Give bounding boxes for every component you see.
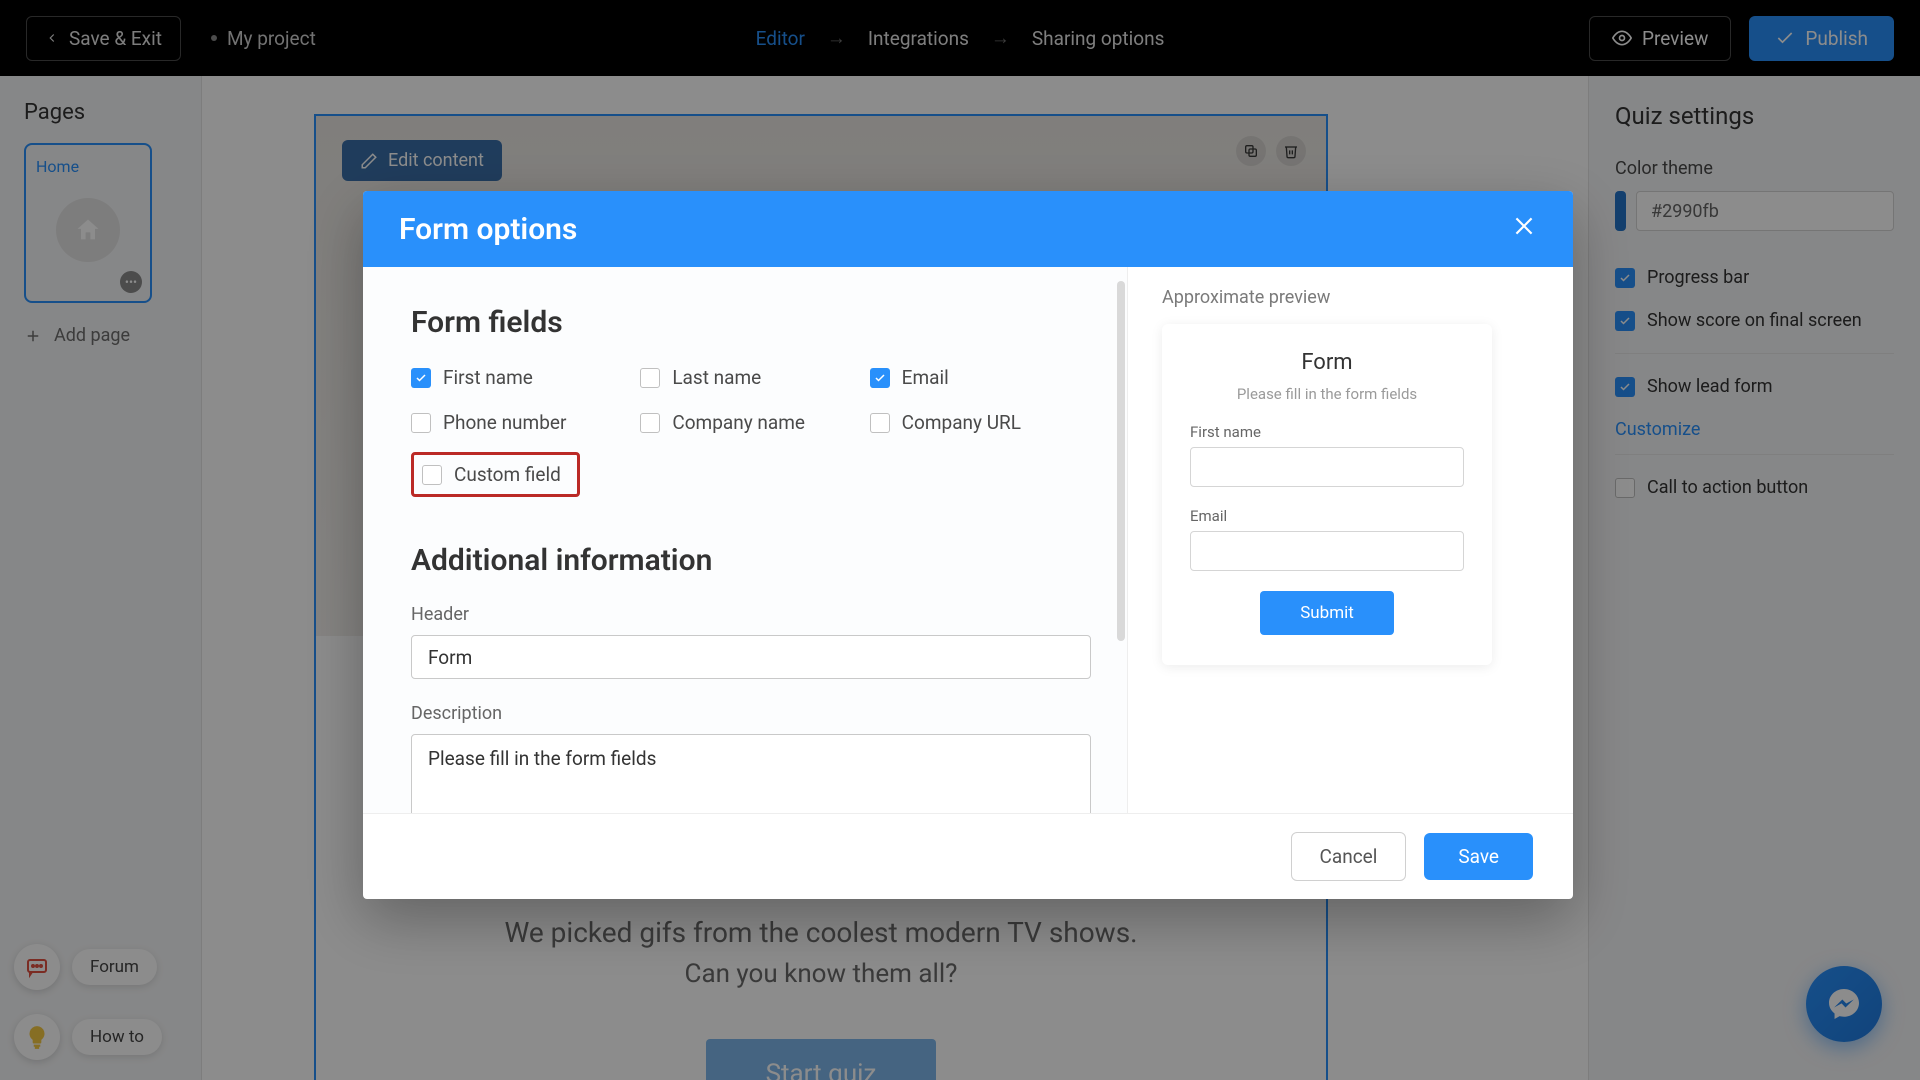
modal-header: Form options <box>363 191 1573 267</box>
field-company[interactable]: Company name <box>640 411 849 434</box>
close-icon[interactable] <box>1511 212 1537 247</box>
field-first-name[interactable]: First name <box>411 366 620 389</box>
field-phone[interactable]: Phone number <box>411 411 620 434</box>
field-email[interactable]: Email <box>870 366 1079 389</box>
field-custom-label: Custom field <box>454 463 561 486</box>
description-textarea[interactable] <box>411 734 1091 813</box>
modal-footer: Cancel Save <box>363 813 1573 899</box>
modal-right-pane: Approximate preview Form Please fill in … <box>1127 267 1573 813</box>
save-button[interactable]: Save <box>1424 833 1533 880</box>
preview-form-title: Form <box>1190 350 1464 375</box>
field-company-url[interactable]: Company URL <box>870 411 1079 434</box>
field-email-label: Email <box>902 366 949 389</box>
modal-overlay[interactable]: Form options Form fields First name Last… <box>0 0 1920 1080</box>
field-custom-highlighted[interactable]: Custom field <box>411 452 580 497</box>
header-label: Header <box>411 604 1079 625</box>
approximate-preview-label: Approximate preview <box>1162 287 1539 308</box>
form-fields-heading: Form fields <box>411 305 1079 340</box>
field-last-name-label: Last name <box>672 366 761 389</box>
field-company-label: Company name <box>672 411 805 434</box>
additional-info-heading: Additional information <box>411 543 1079 578</box>
preview-field1-input <box>1190 447 1464 487</box>
preview-submit-button: Submit <box>1260 591 1394 635</box>
preview-field2-label: Email <box>1190 507 1464 525</box>
modal-title: Form options <box>399 212 577 247</box>
form-options-modal: Form options Form fields First name Last… <box>363 191 1573 899</box>
field-company-url-label: Company URL <box>902 411 1021 434</box>
scrollbar[interactable] <box>1117 281 1125 641</box>
cancel-button[interactable]: Cancel <box>1291 832 1407 881</box>
form-preview-card: Form Please fill in the form fields Firs… <box>1162 324 1492 665</box>
field-last-name[interactable]: Last name <box>640 366 849 389</box>
preview-form-desc: Please fill in the form fields <box>1190 385 1464 403</box>
header-input[interactable] <box>411 635 1091 679</box>
field-phone-label: Phone number <box>443 411 566 434</box>
field-first-name-label: First name <box>443 366 533 389</box>
description-label: Description <box>411 703 1079 724</box>
preview-field1-label: First name <box>1190 423 1464 441</box>
modal-left-pane: Form fields First name Last name Email <box>363 267 1127 813</box>
preview-field2-input <box>1190 531 1464 571</box>
